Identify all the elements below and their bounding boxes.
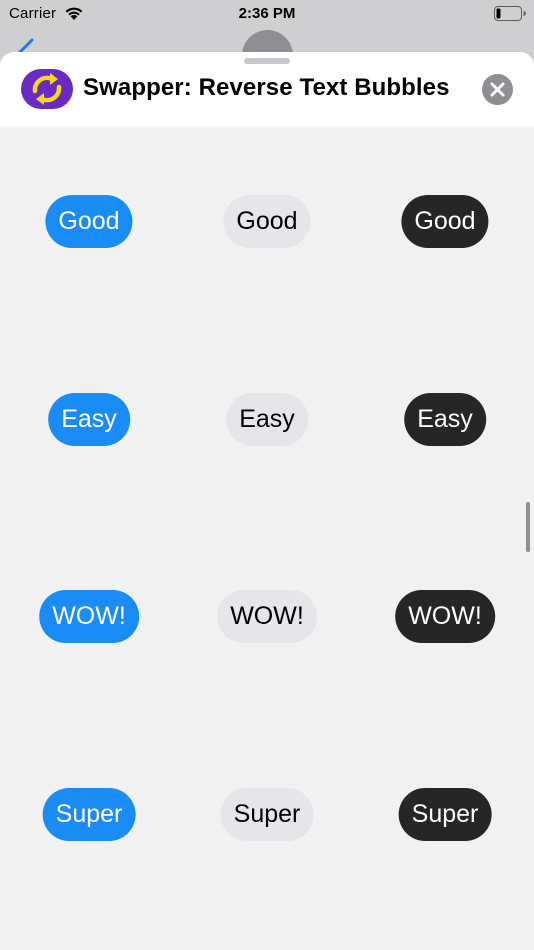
swap-arrows-icon [21,69,73,109]
sticker-blue[interactable]: WOW! [39,590,139,643]
sticker-row: Easy Easy Easy [0,393,534,447]
sheet-header: Swapper: Reverse Text Bubbles [0,52,534,127]
sticker-blue[interactable]: Super [42,788,136,841]
sticker-row: WOW! WOW! WOW! [0,590,534,644]
sticker-gray[interactable]: Super [220,788,314,841]
status-bar: Carrier 2:36 PM [0,0,534,28]
close-button[interactable] [482,74,513,105]
sticker-dark[interactable]: Easy [404,393,486,446]
battery-icon [494,6,526,21]
sticker-dark[interactable]: Good [401,195,489,248]
sticker-dark[interactable]: WOW! [395,590,495,643]
clock: 2:36 PM [238,5,296,22]
sheet-grabber[interactable] [244,58,290,64]
sticker-blue[interactable]: Easy [48,393,130,446]
sticker-gray[interactable]: WOW! [217,590,317,643]
sticker-sheet: Swapper: Reverse Text Bubbles Good Good … [0,52,534,950]
sticker-row: Good Good Good [0,195,534,249]
page-title: Swapper: Reverse Text Bubbles [83,74,450,101]
sticker-dark[interactable]: Super [398,788,492,841]
sticker-gray[interactable]: Good [223,195,311,248]
sticker-gray[interactable]: Easy [226,393,308,446]
sticker-blue[interactable]: Good [45,195,133,248]
close-icon [490,82,505,97]
sticker-row: Super Super Super [0,788,534,842]
scroll-indicator[interactable] [526,502,530,552]
